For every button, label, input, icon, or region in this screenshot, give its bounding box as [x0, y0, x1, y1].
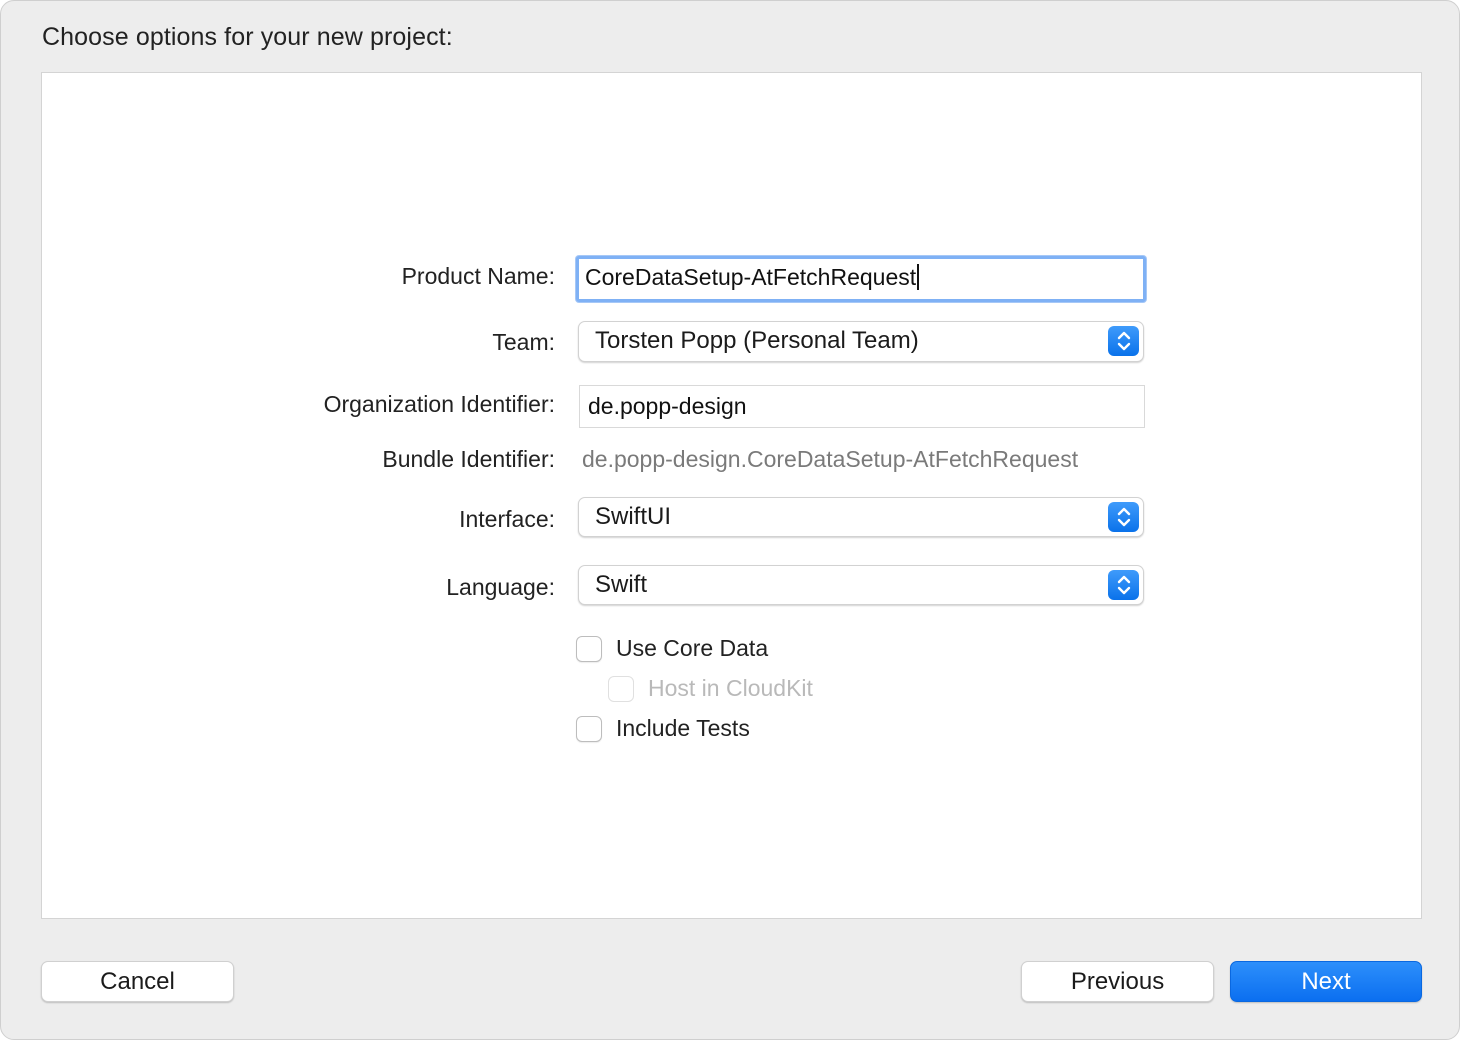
language-value: Swift: [595, 571, 648, 598]
use-core-data-checkbox-row[interactable]: Use Core Data: [576, 635, 768, 662]
include-tests-checkbox[interactable]: [576, 715, 602, 742]
organization-identifier-value: de.popp-design: [588, 393, 747, 419]
bundle-identifier-value: de.popp-design.CoreDataSetup-AtFetchRequ…: [582, 446, 1079, 472]
cancel-button[interactable]: Cancel: [41, 961, 234, 1002]
team-popup[interactable]: Torsten Popp (Personal Team): [578, 321, 1144, 362]
team-value: Torsten Popp (Personal Team): [595, 327, 919, 354]
product-name-value: CoreDataSetup-AtFetchRequest: [585, 264, 917, 290]
new-project-dialog: Choose options for your new project: Pro…: [0, 0, 1460, 1040]
bundle-identifier-label: Bundle Identifier:: [382, 446, 555, 472]
chevron-up-down-icon: [1108, 502, 1139, 532]
include-tests-label: Include Tests: [616, 715, 750, 741]
product-name-field[interactable]: CoreDataSetup-AtFetchRequest: [576, 256, 1146, 302]
dialog-heading: Choose options for your new project:: [42, 23, 453, 51]
chevron-up-down-icon: [1108, 570, 1139, 600]
host-in-cloudkit-checkbox: [608, 675, 634, 702]
host-in-cloudkit-label: Host in CloudKit: [648, 675, 813, 701]
options-panel: [41, 72, 1422, 919]
organization-identifier-field[interactable]: de.popp-design: [579, 385, 1145, 428]
text-caret: [917, 263, 920, 290]
previous-button[interactable]: Previous: [1021, 961, 1214, 1002]
product-name-label: Product Name:: [401, 263, 555, 289]
interface-label: Interface:: [459, 506, 555, 532]
interface-popup[interactable]: SwiftUI: [578, 497, 1144, 537]
language-popup[interactable]: Swift: [578, 565, 1144, 605]
language-label: Language:: [446, 574, 555, 600]
chevron-up-down-icon: [1108, 326, 1139, 356]
use-core-data-checkbox[interactable]: [576, 635, 602, 662]
include-tests-checkbox-row[interactable]: Include Tests: [576, 715, 750, 742]
use-core-data-label: Use Core Data: [616, 635, 769, 661]
team-label: Team:: [492, 329, 555, 355]
organization-identifier-label: Organization Identifier:: [323, 391, 555, 417]
interface-value: SwiftUI: [595, 503, 672, 530]
host-in-cloudkit-checkbox-row: Host in CloudKit: [608, 675, 813, 702]
next-button[interactable]: Next: [1230, 961, 1422, 1002]
